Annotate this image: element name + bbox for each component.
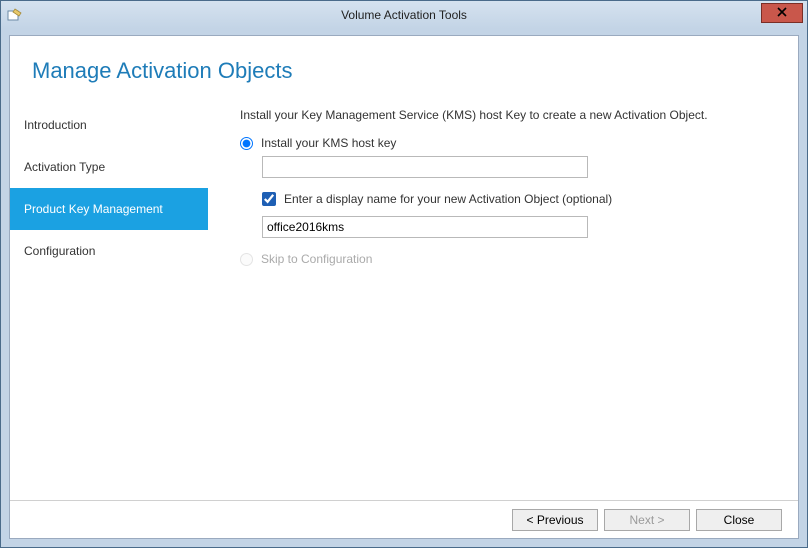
display-name-input[interactable] — [262, 216, 588, 238]
app-icon — [7, 7, 23, 23]
sidebar-item-label: Product Key Management — [24, 202, 163, 216]
skip-to-configuration-radio — [240, 253, 253, 266]
sidebar-item-product-key-management[interactable]: Product Key Management — [10, 188, 208, 230]
install-kms-radio[interactable] — [240, 137, 253, 150]
next-button: Next > — [604, 509, 690, 531]
page-title: Manage Activation Objects — [10, 36, 798, 94]
sidebar-item-activation-type[interactable]: Activation Type — [10, 146, 208, 188]
previous-button[interactable]: < Previous — [512, 509, 598, 531]
close-icon — [777, 6, 787, 20]
wizard-frame: Manage Activation Objects Introduction A… — [9, 35, 799, 539]
sidebar-item-configuration[interactable]: Configuration — [10, 230, 208, 272]
wizard-sidebar: Introduction Activation Type Product Key… — [10, 94, 208, 501]
kms-host-key-input[interactable] — [262, 156, 588, 178]
display-name-option[interactable]: Enter a display name for your new Activa… — [262, 192, 778, 206]
window-title: Volume Activation Tools — [1, 8, 807, 22]
display-name-checkbox[interactable] — [262, 192, 276, 206]
install-kms-option[interactable]: Install your KMS host key — [240, 136, 778, 150]
close-button[interactable]: Close — [696, 509, 782, 531]
instruction-text: Install your Key Management Service (KMS… — [240, 108, 778, 122]
skip-to-configuration-label: Skip to Configuration — [261, 252, 372, 266]
install-kms-label: Install your KMS host key — [261, 136, 396, 150]
sidebar-item-label: Activation Type — [24, 160, 105, 174]
skip-to-configuration-option: Skip to Configuration — [240, 252, 778, 266]
display-name-label: Enter a display name for your new Activa… — [284, 192, 612, 206]
window-frame: Volume Activation Tools Manage Activatio… — [0, 0, 808, 548]
wizard-content: Install your Key Management Service (KMS… — [208, 94, 798, 501]
window-close-button[interactable] — [761, 3, 803, 23]
sidebar-item-label: Configuration — [24, 244, 95, 258]
sidebar-item-label: Introduction — [24, 118, 87, 132]
title-bar: Volume Activation Tools — [1, 1, 807, 29]
wizard-footer: < Previous Next > Close — [10, 500, 798, 538]
sidebar-item-introduction[interactable]: Introduction — [10, 104, 208, 146]
